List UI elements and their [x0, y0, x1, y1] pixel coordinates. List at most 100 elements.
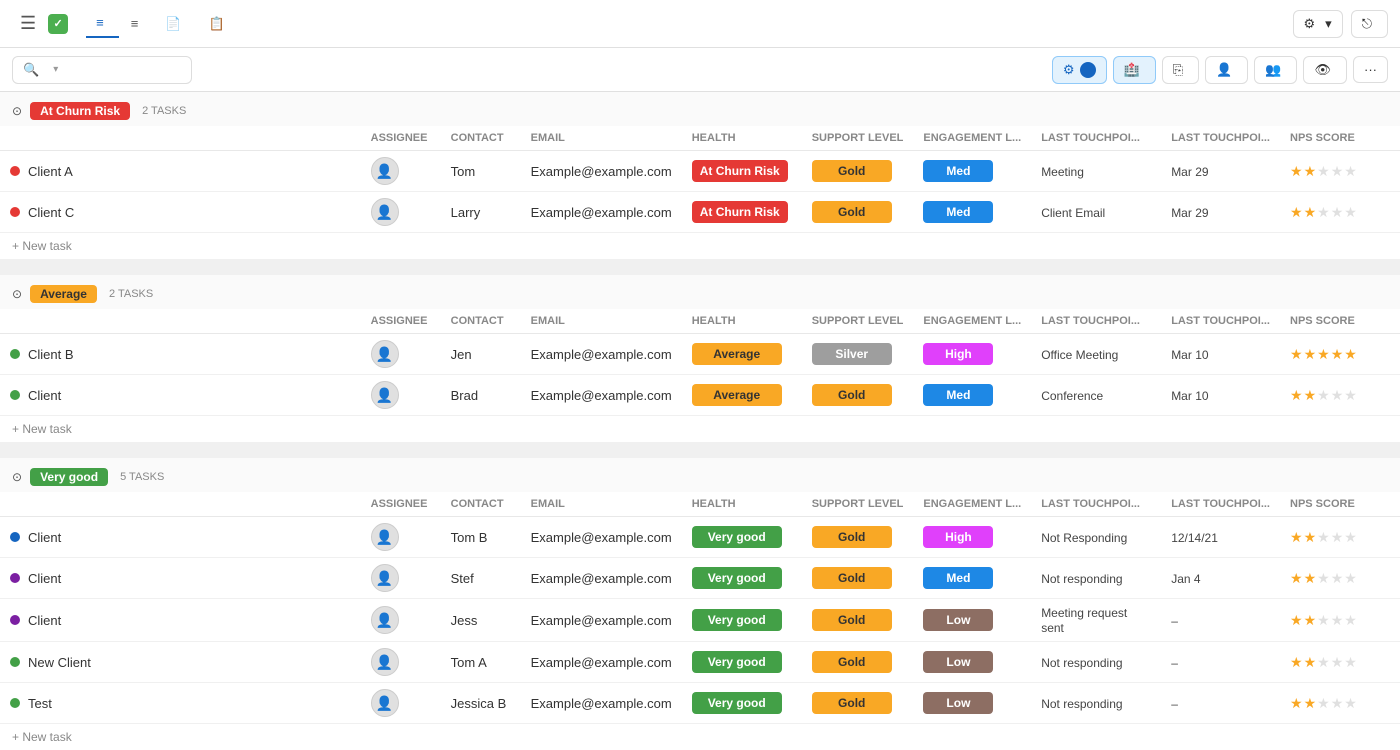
nps-stars: ★★★★★	[1290, 654, 1358, 670]
col-header-contact: CONTACT	[441, 126, 521, 151]
task-assignee-cell: 👤	[361, 683, 441, 724]
table-row[interactable]: Client C 👤 Larry Example@example.com At …	[0, 192, 1400, 233]
health-badge: Average	[692, 343, 782, 365]
engagement-badge: Med	[923, 160, 993, 182]
renewal-tab-icon: ≡	[131, 16, 139, 31]
table-row[interactable]: Client 👤 Stef Example@example.com Very g…	[0, 558, 1400, 599]
table-row[interactable]: Client B 👤 Jen Example@example.com Avera…	[0, 334, 1400, 375]
col-header-health: HEALTH	[682, 492, 802, 517]
task-contact-cell: Tom B	[441, 517, 521, 558]
new-task-button[interactable]: + New task	[0, 233, 1400, 259]
email-value: Example@example.com	[531, 696, 672, 711]
nps-stars: ★★★★★	[1290, 529, 1358, 545]
filter-icon: ⚙	[1063, 62, 1075, 78]
engagement-badge: High	[923, 526, 993, 548]
col-header-name	[0, 492, 361, 517]
avatar: 👤	[371, 648, 399, 676]
subtasks-icon: ⎘	[1173, 62, 1183, 78]
add-view-button[interactable]	[242, 18, 262, 30]
group-badge-average: Average	[30, 285, 97, 303]
contact-name: Jess	[451, 613, 478, 628]
task-health-cell: At Churn Risk	[682, 192, 802, 233]
task-health-cell: Very good	[682, 683, 802, 724]
group-header-average: ⊙ Average 2 TASKS	[0, 275, 1400, 309]
nps-stars: ★★★★★	[1290, 612, 1358, 628]
task-contact-cell: Stef	[441, 558, 521, 599]
email-value: Example@example.com	[531, 613, 672, 628]
subtasks-button[interactable]: ⎘	[1162, 56, 1199, 84]
tab-feedback[interactable]: 📋	[199, 10, 240, 38]
task-assignee-cell: 👤	[361, 192, 441, 233]
touchpoint2-value: –	[1171, 697, 1178, 711]
table-row[interactable]: New Client 👤 Tom A Example@example.com V…	[0, 642, 1400, 683]
task-table-verygood: ASSIGNEE CONTACT EMAIL HEALTH SUPPORT LE…	[0, 492, 1400, 724]
task-contact-cell: Jess	[441, 599, 521, 642]
task-nps-cell: ★★★★★	[1280, 642, 1400, 683]
task-name-text: Client	[28, 571, 61, 586]
more-button[interactable]: ···	[1353, 56, 1388, 83]
task-dot	[10, 573, 20, 583]
task-contact-cell: Jessica B	[441, 683, 521, 724]
group-header-churn: ⊙ At Churn Risk 2 TASKS	[0, 92, 1400, 126]
task-nps-cell: ★★★★★	[1280, 375, 1400, 416]
task-name-text: Client	[28, 530, 61, 545]
table-row[interactable]: Client 👤 Tom B Example@example.com Very …	[0, 517, 1400, 558]
email-value: Example@example.com	[531, 388, 672, 403]
share-icon: ⎋	[1362, 16, 1372, 32]
col-header-nps: NPS SCORE	[1280, 126, 1400, 151]
contact-name: Tom	[451, 164, 476, 179]
task-nps-cell: ★★★★★	[1280, 192, 1400, 233]
touchpoint1-value: Meeting	[1041, 165, 1084, 179]
contact-name: Jen	[451, 347, 472, 362]
task-support-cell: Gold	[802, 642, 914, 683]
new-task-button[interactable]: + New task	[0, 416, 1400, 442]
touchpoint2-value: Jan 4	[1171, 572, 1200, 586]
support-badge: Gold	[812, 651, 892, 673]
task-dot	[10, 698, 20, 708]
task-email-cell: Example@example.com	[521, 683, 682, 724]
avatar: 👤	[371, 523, 399, 551]
filter-button[interactable]: ⚙	[1052, 56, 1107, 84]
task-touchpoint2-cell: Mar 10	[1161, 375, 1280, 416]
table-row[interactable]: Client 👤 Brad Example@example.com Averag…	[0, 375, 1400, 416]
group-toggle-churn[interactable]: ⊙	[12, 104, 22, 118]
task-touchpoint1-cell: Client Email	[1031, 192, 1161, 233]
me-button[interactable]: 👤	[1205, 56, 1248, 84]
engagement-badge: Med	[923, 384, 993, 406]
more-icon: ···	[1364, 62, 1377, 77]
support-badge: Gold	[812, 160, 892, 182]
task-touchpoint1-cell: Office Meeting	[1031, 334, 1161, 375]
tab-renewal[interactable]: ≡	[121, 10, 154, 37]
group-toggle-verygood[interactable]: ⊙	[12, 470, 22, 484]
share-button[interactable]: ⎋	[1351, 10, 1388, 38]
task-email-cell: Example@example.com	[521, 151, 682, 192]
automate-button[interactable]: ⚙ ▾	[1293, 10, 1343, 38]
col-header-name	[0, 126, 361, 151]
table-row[interactable]: Test 👤 Jessica B Example@example.com Ver…	[0, 683, 1400, 724]
task-touchpoint2-cell: Mar 10	[1161, 334, 1280, 375]
task-engagement-cell: Low	[913, 683, 1031, 724]
col-header-contact: CONTACT	[441, 309, 521, 334]
table-row[interactable]: Client 👤 Jess Example@example.com Very g…	[0, 599, 1400, 642]
hamburger-icon[interactable]: ☰	[12, 9, 44, 38]
show-icon: 👁	[1314, 62, 1331, 78]
task-health-cell: Very good	[682, 517, 802, 558]
show-button[interactable]: 👁	[1303, 56, 1347, 84]
tab-engagement[interactable]: ≡	[86, 9, 119, 38]
task-email-cell: Example@example.com	[521, 192, 682, 233]
task-touchpoint1-cell: Not responding	[1031, 558, 1161, 599]
touchpoint2-value: Mar 29	[1171, 206, 1208, 220]
group-badge-verygood: Very good	[30, 468, 108, 486]
tab-playbook[interactable]: 📄	[155, 10, 196, 38]
search-input[interactable]: 🔍 ▾	[12, 56, 192, 84]
nps-stars: ★★★★★	[1290, 570, 1358, 586]
table-row[interactable]: Client A 👤 Tom Example@example.com At Ch…	[0, 151, 1400, 192]
task-dot	[10, 615, 20, 625]
new-task-button[interactable]: + New task	[0, 724, 1400, 750]
nav-right: ⚙ ▾ ⎋	[1293, 10, 1388, 38]
group-toggle-average[interactable]: ⊙	[12, 287, 22, 301]
task-nps-cell: ★★★★★	[1280, 558, 1400, 599]
task-support-cell: Gold	[802, 558, 914, 599]
group-by-button[interactable]: 🏥	[1113, 56, 1156, 84]
assignees-button[interactable]: 👥	[1254, 56, 1297, 84]
